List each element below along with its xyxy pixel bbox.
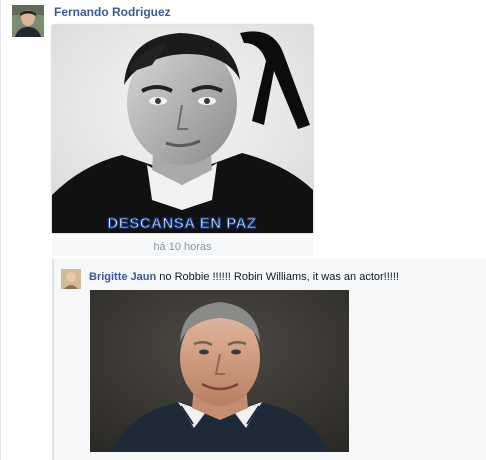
comment-author-avatar[interactable] (61, 269, 81, 289)
photo-caption: DESCANSA EN PAZ (107, 215, 256, 232)
comment-author-name[interactable]: Brigitte Jaun (89, 271, 156, 283)
comment-text: no Robbie !!!!!! Robin Williams, it was … (159, 271, 399, 283)
comment-photo[interactable] (90, 290, 349, 452)
post-timestamp[interactable]: há 10 horas (52, 241, 313, 253)
post-meta-bar: há 10 horas (52, 237, 313, 256)
post-author-avatar[interactable] (12, 5, 44, 37)
post-photo[interactable]: DESCANSA EN PAZ (52, 25, 313, 233)
post-author-name[interactable]: Fernando Rodriguez (54, 5, 171, 20)
comment: Brigitte Jaun no Robbie !!!!!! Robin Wil… (89, 270, 399, 284)
feed-divider (0, 0, 1, 460)
